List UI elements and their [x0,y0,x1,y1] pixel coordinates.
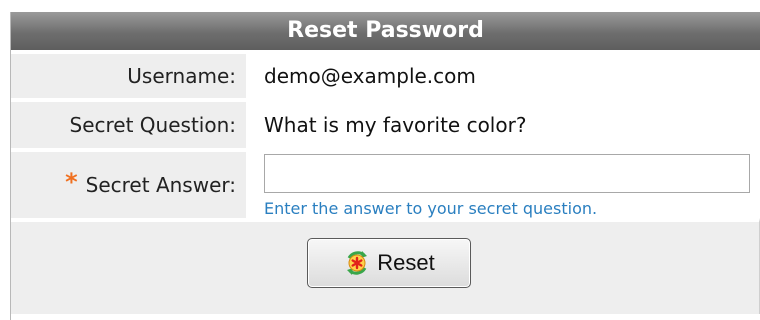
username-value-cell: demo@example.com [246,54,760,98]
required-marker: * [65,168,78,196]
form-footer: Reset [11,218,760,314]
secret-question-row: Secret Question: What is my favorite col… [11,98,760,148]
reset-button-label: Reset [377,250,435,275]
reset-button[interactable]: Reset [307,238,471,288]
secret-question-label: Secret Question: [11,102,246,148]
secret-answer-label-text: Secret Answer: [85,173,236,197]
username-label-text: Username: [127,64,236,88]
username-value: demo@example.com [264,64,476,88]
panel-title: Reset Password [11,12,760,50]
secret-question-value: What is my favorite color? [264,113,527,137]
reset-icon [343,249,371,277]
secret-question-value-cell: What is my favorite color? [246,102,760,148]
secret-answer-value-cell: Enter the answer to your secret question… [246,152,760,218]
secret-answer-label: * Secret Answer: [11,152,246,218]
secret-answer-row: * Secret Answer: Enter the answer to you… [11,148,760,218]
secret-question-label-text: Secret Question: [69,113,236,137]
reset-password-panel: Reset Password Username: demo@example.co… [10,12,760,320]
username-row: Username: demo@example.com [11,50,760,98]
secret-answer-hint: Enter the answer to your secret question… [264,199,598,218]
username-label: Username: [11,54,246,98]
secret-answer-input[interactable] [264,154,750,193]
